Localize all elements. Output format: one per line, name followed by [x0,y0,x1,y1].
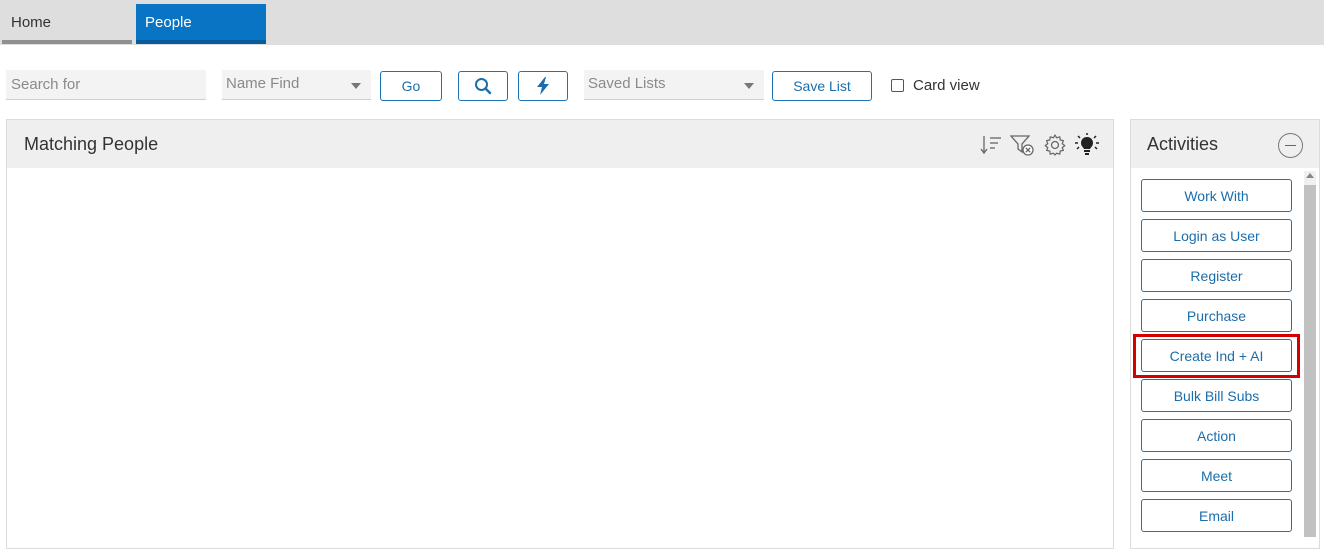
activities-panel: Activities Work With Login as User Regis… [1130,119,1320,549]
panel-title: Matching People [24,134,159,154]
collapse-icon[interactable] [1278,133,1303,158]
tab-bar: Home People [0,0,1324,45]
search-button[interactable] [458,71,508,101]
saved-lists-value: Saved Lists [588,75,666,92]
lightbulb-icon[interactable] [1073,132,1101,158]
login-as-user-button[interactable]: Login as User [1141,219,1292,252]
purchase-button[interactable]: Purchase [1141,299,1292,332]
register-button[interactable]: Register [1141,259,1292,292]
go-button[interactable]: Go [380,71,442,101]
sort-icon[interactable] [977,132,1005,158]
tab-home[interactable]: Home [2,4,132,44]
email-button[interactable]: Email [1141,499,1292,532]
saved-lists-select[interactable]: Saved Lists [584,70,764,100]
activities-title: Activities [1147,134,1219,154]
card-view-label: Card view [913,77,980,94]
name-find-select[interactable]: Name Find [222,70,371,100]
panel-tools [977,132,1101,158]
action-button[interactable]: Action [1141,419,1292,452]
card-view-toggle[interactable]: Card view [891,77,980,94]
bulk-bill-subs-button[interactable]: Bulk Bill Subs [1141,379,1292,412]
matching-people-panel: Matching People [6,119,1114,549]
clear-filter-icon[interactable] [1009,132,1037,158]
search-icon [475,78,492,95]
activities-header: Activities [1131,120,1319,168]
card-view-checkbox[interactable] [891,79,904,92]
lightning-bolt-icon [537,77,549,95]
gear-icon[interactable] [1041,132,1069,158]
save-list-button[interactable]: Save List [772,71,872,101]
tab-people[interactable]: People [136,4,266,44]
chevron-down-icon [351,83,361,89]
create-ind-ai-button[interactable]: Create Ind + AI [1141,339,1292,372]
name-find-value: Name Find [226,75,300,92]
scroll-up-arrow-icon[interactable] [1306,173,1314,178]
meet-button[interactable]: Meet [1141,459,1292,492]
search-input[interactable] [6,70,206,100]
panel-header: Matching People [7,120,1113,168]
quick-action-button[interactable] [518,71,568,101]
chevron-down-icon [744,83,754,89]
work-with-button[interactable]: Work With [1141,179,1292,212]
scrollbar-thumb[interactable] [1304,185,1316,537]
